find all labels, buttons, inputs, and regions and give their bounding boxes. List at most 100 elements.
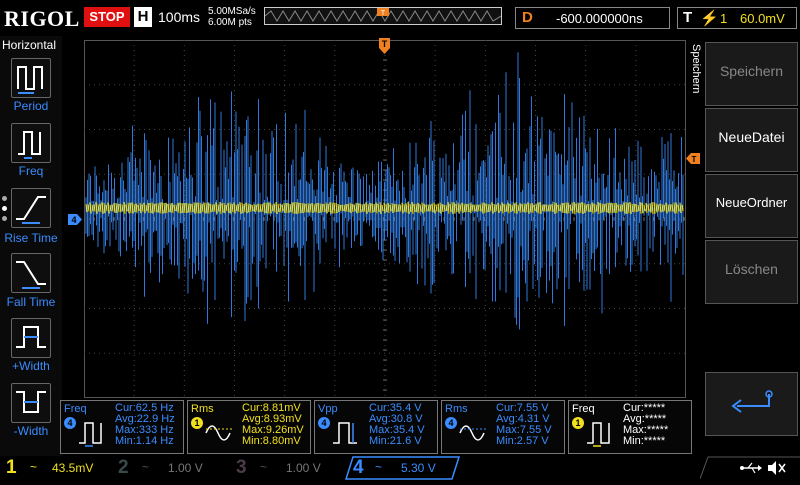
measurement-rms-ch4[interactable]: Rms 4 Cur:7.55 V Avg:4.31 V Max:7.55 V M… (441, 400, 565, 454)
measurement-freq-ch4[interactable]: Freq 4 Cur:62.5 Hz Avg:22.9 Hz Max:333 H… (60, 400, 184, 454)
meas-min: Min:***** (623, 435, 666, 447)
channel-4-scale: 5.30 V (401, 461, 436, 475)
waveform-canvas (83, 39, 686, 398)
menu-neueordner-label: NeueOrdner (715, 195, 788, 210)
menu-speichern-button[interactable]: Speichern (705, 42, 798, 106)
trigger-position-indicator[interactable]: T (379, 38, 390, 54)
status-icons-svg (699, 456, 800, 480)
channel-4-offset-marker[interactable]: 4 (68, 212, 82, 225)
meas-min: Min:2.57 V (496, 435, 549, 447)
rise-time-button[interactable] (11, 188, 51, 228)
menu-back-button[interactable] (705, 372, 798, 436)
channel-3-status[interactable]: 3 ~ 1.00 V (230, 456, 340, 480)
period-button[interactable] (11, 58, 51, 98)
fall-time-icon (16, 261, 46, 289)
rigol-logo: RIGOL (4, 6, 80, 31)
meas-channel-badge: 4 (445, 417, 457, 429)
memory-position-ruler[interactable]: T (264, 7, 502, 25)
menu-speichern-label: Speichern (719, 63, 784, 79)
trigger-box[interactable]: T ⚡ 1 60.0mV (677, 7, 797, 29)
channel-2-coupling: ~ (142, 460, 150, 474)
menu-neuedatei-label: NeueDatei (718, 129, 785, 145)
waveform-display[interactable] (83, 39, 686, 398)
channel-1-status[interactable]: 1 ~ 43.5mV (0, 456, 110, 480)
trigger-level: 60.0mV (740, 11, 785, 26)
positive-width-button[interactable] (11, 318, 51, 358)
run-stop-status[interactable]: STOP (84, 7, 130, 27)
channel-4-trace (85, 52, 684, 330)
channel-1-scale: 43.5mV (52, 461, 94, 475)
menu-loeschen-button[interactable]: Löschen (705, 240, 798, 304)
freq-label: Freq (18, 164, 44, 178)
fall-time-label: Fall Time (6, 295, 56, 309)
negative-width-label: -Width (13, 424, 49, 438)
channel-3-number: 3 (236, 457, 247, 478)
channel-2-status[interactable]: 2 ~ 1.00 V (112, 456, 222, 480)
return-arrow-icon (730, 390, 773, 413)
vpp-icon (333, 422, 357, 444)
freq-icon (79, 422, 102, 447)
measurement-freq-ch1[interactable]: Freq 1 Cur:***** Avg:***** Max:***** Min… (568, 400, 692, 454)
status-icons (699, 456, 800, 480)
meas-name: Rms (445, 403, 468, 415)
channel-4-marker-label: 4 (71, 215, 76, 225)
trigger-level-arrow-icon: T (686, 153, 700, 164)
meas-channel-badge: 1 (572, 417, 584, 429)
meas-channel-badge: 1 (191, 417, 203, 429)
channel-4-number: 4 (353, 457, 364, 478)
acquisition-info: 5.00MSa/s 6.00M pts (208, 6, 256, 28)
usb-icon (740, 462, 762, 474)
fall-time-button[interactable] (11, 253, 51, 293)
meas-name: Vpp (318, 403, 338, 415)
menu-title: Speichern (688, 44, 702, 134)
negative-width-button[interactable] (11, 383, 51, 423)
positive-width-icon (16, 326, 46, 348)
channel-2-number: 2 (118, 457, 129, 478)
meas-min: Min:21.6 V (369, 435, 422, 447)
horizontal-label: H (134, 7, 152, 27)
channel-3-scale: 1.00 V (286, 461, 321, 475)
page-dots (2, 196, 7, 221)
channel-4-coupling: ~ (375, 460, 383, 474)
trigger-label: T (683, 9, 693, 26)
freq-icon (587, 422, 610, 447)
positive-width-label: +Width (12, 359, 50, 373)
menu-loeschen-label: Löschen (725, 261, 778, 277)
trigger-t-label: T (382, 39, 388, 49)
measurement-rms-ch1[interactable]: Rms 1 Cur:8.81mV Avg:8.93mV Max:9.26mV M… (187, 400, 311, 454)
channel-3-coupling: ~ (260, 460, 268, 474)
meas-name: Freq (572, 403, 595, 415)
channel-1-number: 1 (6, 457, 17, 478)
meas-min: Min:1.14 Hz (115, 435, 174, 447)
rms-icon (205, 425, 232, 441)
menu-title-text: Speichern (690, 44, 702, 94)
rise-time-icon (16, 196, 46, 224)
menu-neueordner-button[interactable]: NeueOrdner (705, 174, 798, 238)
menu-neuedatei-button[interactable]: NeueDatei (705, 108, 798, 172)
channel-4-marker-icon: 4 (68, 214, 82, 225)
negative-width-icon (16, 391, 46, 413)
meas-channel-badge: 4 (64, 417, 76, 429)
rise-time-label: Rise Time (4, 231, 58, 245)
memory-ruler-svg: T (265, 8, 501, 22)
delay-value: -600.000000ns (556, 11, 643, 26)
left-panel-title: Horizontal (2, 38, 57, 52)
trigger-slope-icon: ⚡ (700, 10, 719, 27)
meas-name: Rms (191, 403, 214, 415)
channel-4-status[interactable]: 4 ~ 5.30 V (345, 456, 460, 480)
delay-box[interactable]: D -600.000000ns (515, 7, 670, 29)
meas-min: Min:8.80mV (242, 435, 301, 447)
trigger-source: 1 (720, 11, 728, 26)
meas-name: Freq (64, 403, 87, 415)
measurement-vpp-ch4[interactable]: Vpp 4 Cur:35.4 V Avg:30.8 V Max:35.4 V M… (314, 400, 438, 454)
sound-muted-icon (768, 461, 786, 475)
rms-icon (459, 425, 486, 441)
meas-channel-badge: 4 (318, 417, 330, 429)
freq-button[interactable] (11, 123, 51, 163)
trigger-level-marker[interactable]: T (686, 151, 700, 164)
channel-1-coupling: ~ (30, 460, 38, 474)
sample-rate: 5.00MSa/s (208, 6, 256, 17)
trigger-t-icon: T (379, 38, 390, 54)
period-label: Period (13, 99, 49, 113)
timebase-value[interactable]: 100ms (158, 9, 200, 25)
